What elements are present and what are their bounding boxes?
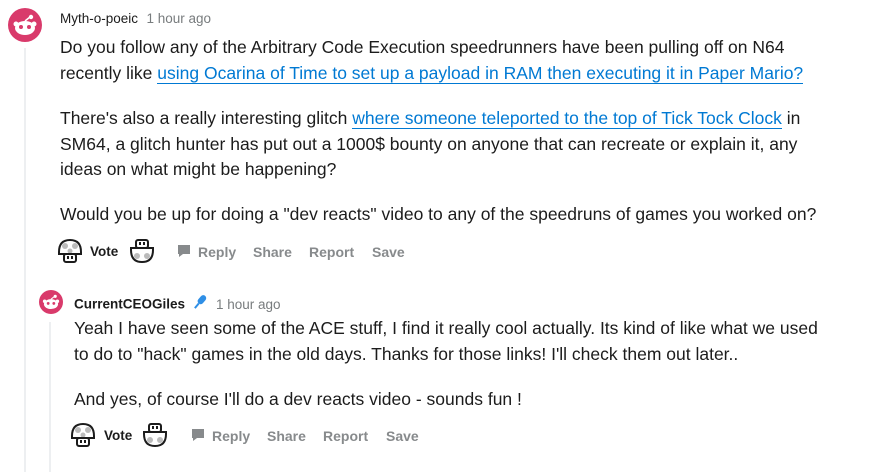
reply-label: Reply (212, 428, 251, 444)
upvote-mushroom-icon (71, 422, 95, 447)
save-button[interactable]: Save (386, 428, 419, 444)
thread-line-reply[interactable] (49, 322, 51, 472)
author-name[interactable]: CurrentCEOGiles (74, 297, 185, 312)
report-button[interactable]: Report (309, 244, 354, 260)
tick-tock-clock-link[interactable]: where someone teleported to the top of T… (352, 108, 782, 129)
thread-line-parent[interactable] (24, 48, 26, 472)
vote-label: Vote (104, 428, 133, 443)
comment-header: CurrentCEOGiles 1 hour ago (74, 293, 281, 316)
comment-text: Would you be up for doing a "dev reacts"… (60, 204, 817, 224)
comment-text: There's also a really interesting glitch… (60, 108, 801, 179)
comment-header: Myth-o-poeic 1 hour ago (60, 10, 211, 28)
downvote-button[interactable] (127, 236, 157, 266)
save-button[interactable]: Save (372, 244, 405, 260)
avatar[interactable] (8, 8, 42, 42)
downvote-mushroom-icon (130, 239, 154, 264)
downvote-mushroom-icon (143, 423, 167, 448)
upvote-mushroom-icon (58, 238, 82, 263)
vote-label: Vote (90, 244, 119, 259)
downvote-button[interactable] (140, 420, 170, 450)
author-name[interactable]: Myth-o-poeic (60, 11, 138, 26)
report-button[interactable]: Report (323, 428, 368, 444)
snoo-avatar-icon (39, 290, 63, 314)
reply-label: Reply (198, 244, 237, 260)
microphone-badge-icon (191, 293, 209, 316)
timestamp[interactable]: 1 hour ago (216, 297, 281, 312)
share-button[interactable]: Share (267, 428, 306, 444)
comment-text: And yes, of course I'll do a dev reacts … (74, 389, 522, 409)
timestamp[interactable]: 1 hour ago (146, 11, 211, 26)
comment-bubble-icon (192, 429, 204, 441)
upvote-button[interactable] (68, 420, 98, 450)
share-button[interactable]: Share (253, 244, 292, 260)
comment-text: Yeah I have seen some of the ACE stuff, … (74, 318, 818, 364)
comment-bubble-icon (178, 245, 190, 257)
avatar[interactable] (39, 290, 63, 314)
comment-text: Do you follow any of the Arbitrary Code … (60, 37, 804, 84)
snoo-avatar-icon (8, 8, 42, 42)
upvote-button[interactable] (55, 236, 85, 266)
ocarina-link[interactable]: using Ocarina of Time to set up a payloa… (157, 62, 804, 84)
